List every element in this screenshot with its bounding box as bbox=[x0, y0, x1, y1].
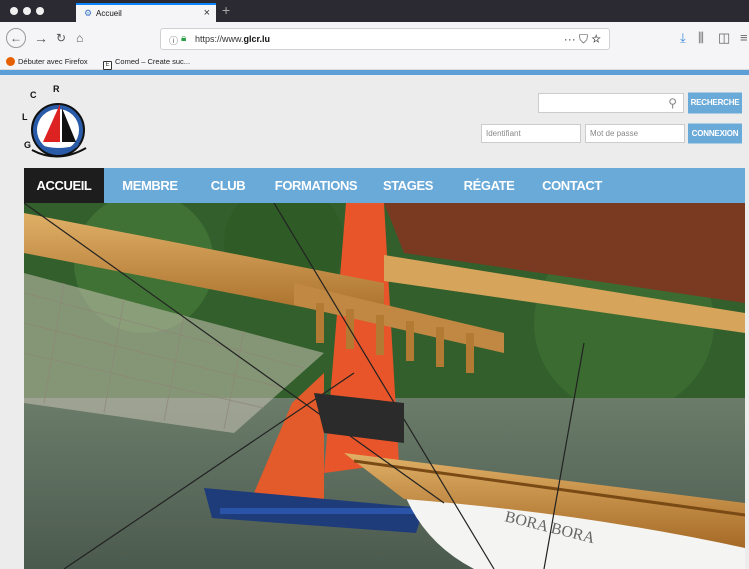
nav-membre[interactable]: MEMBRE bbox=[104, 168, 196, 203]
login-button[interactable]: CONNEXION bbox=[688, 123, 742, 144]
forward-icon[interactable]: → bbox=[34, 30, 48, 46]
nav-stages[interactable]: STAGES bbox=[372, 168, 444, 203]
download-icon[interactable]: ⤓ bbox=[680, 30, 686, 46]
menu-icon[interactable]: ≡ bbox=[740, 30, 748, 45]
url-bar[interactable]: ⓘ 🔒︎ https://www.glcr.lu ··· ⛉ ☆ bbox=[160, 28, 610, 50]
nav-accueil[interactable]: ACCUEIL bbox=[24, 168, 104, 203]
search-icon[interactable]: ⚲ bbox=[668, 96, 677, 110]
bookmark-comed[interactable]: E Comed – Create suc... bbox=[103, 57, 190, 70]
maximize-window-icon[interactable] bbox=[36, 7, 44, 15]
firefox-icon bbox=[6, 57, 15, 66]
username-field[interactable]: Identifiant bbox=[481, 124, 581, 143]
browser-titlebar: ⚙ Accueil × + bbox=[0, 0, 749, 22]
nav-contact[interactable]: CONTACT bbox=[534, 168, 610, 203]
website: C R L G ⚲ RECHERCHE Identifiant Mot de p… bbox=[0, 70, 749, 569]
back-icon[interactable]: ← bbox=[6, 28, 26, 48]
main-nav: ACCUEIL MEMBRE CLUB FORMATIONS STAGES RÉ… bbox=[24, 168, 745, 203]
home-icon[interactable]: ⌂ bbox=[76, 30, 83, 46]
password-field[interactable]: Mot de passe bbox=[585, 124, 685, 143]
comed-icon: E bbox=[103, 61, 112, 70]
close-tab-icon[interactable]: × bbox=[204, 7, 210, 19]
svg-text:L: L bbox=[22, 112, 28, 122]
minimize-window-icon[interactable] bbox=[23, 7, 31, 15]
url-text[interactable]: https://www.glcr.lu bbox=[195, 34, 270, 44]
svg-text:G: G bbox=[24, 140, 31, 150]
svg-text:R: R bbox=[53, 84, 60, 94]
settings-favicon-icon: ⚙ bbox=[84, 8, 93, 18]
tab-accueil[interactable]: ⚙ Accueil × bbox=[76, 3, 216, 22]
svg-text:C: C bbox=[30, 90, 37, 100]
sidebar-icon[interactable]: ◫ bbox=[718, 30, 730, 46]
reload-icon[interactable]: ↻ bbox=[56, 30, 66, 46]
glcr-logo[interactable]: C R L G bbox=[16, 84, 94, 162]
new-tab-icon[interactable]: + bbox=[222, 2, 230, 18]
bookmarks-bar: Débuter avec Firefox E Comed – Create suc… bbox=[0, 54, 749, 70]
bookmark-firefox[interactable]: Débuter avec Firefox bbox=[6, 57, 88, 66]
search-button[interactable]: RECHERCHE bbox=[688, 92, 742, 114]
lock-icon: 🔒︎ bbox=[181, 33, 187, 44]
nav-club[interactable]: CLUB bbox=[196, 168, 260, 203]
nav-regate[interactable]: RÉGATE bbox=[444, 168, 534, 203]
navigation-toolbar: ← → ↻ ⌂ ⓘ 🔒︎ https://www.glcr.lu ··· ⛉ ☆… bbox=[0, 22, 749, 56]
page-actions-icon[interactable]: ··· ⛉ ☆ bbox=[564, 32, 601, 47]
info-icon[interactable]: ⓘ bbox=[169, 34, 178, 47]
close-window-icon[interactable] bbox=[10, 7, 18, 15]
tab-title: Accueil bbox=[96, 9, 122, 18]
top-accent-bar bbox=[0, 70, 749, 75]
nav-formations[interactable]: FORMATIONS bbox=[260, 168, 372, 203]
library-icon[interactable]: ⫼ bbox=[698, 30, 704, 46]
hero-image: BORA BORA bbox=[24, 203, 745, 569]
search-input[interactable]: ⚲ bbox=[538, 93, 684, 113]
